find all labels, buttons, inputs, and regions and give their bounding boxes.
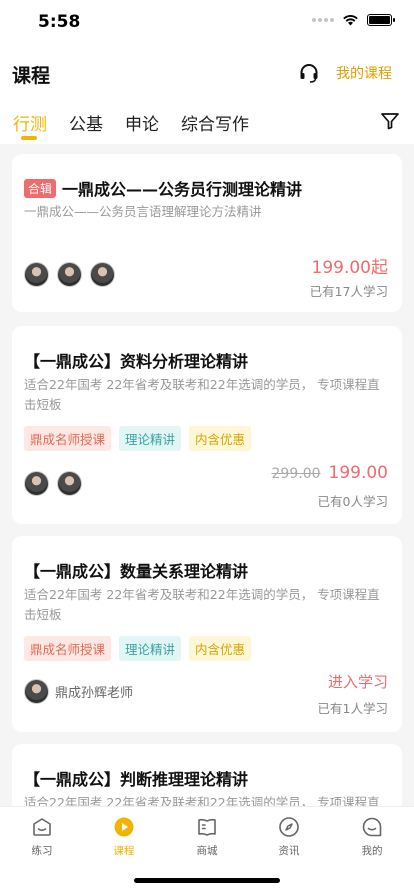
- nav-news[interactable]: 资讯: [259, 815, 319, 858]
- home-indicator: [134, 878, 280, 883]
- tab-shenlun[interactable]: 申论: [125, 110, 159, 135]
- filter-icon[interactable]: [380, 111, 400, 131]
- course-subtitle: 一鼎成公——公务员言语理解理论方法精讲: [24, 204, 262, 219]
- page-title: 课程: [12, 65, 51, 87]
- avatar: [24, 471, 49, 496]
- course-subtitle: 适合22年国考 22年省考及联考和22年选调的学员， 专项课程直击短板: [24, 587, 380, 622]
- teacher-avatars: [24, 471, 82, 496]
- course-subtitle: 适合22年国考 22年省考及联考和22年选调的学员， 专项课程直击短板: [24, 377, 380, 412]
- tag: 理论精讲: [119, 426, 182, 451]
- teacher-avatars: [24, 262, 115, 287]
- news-compass-icon: [279, 817, 299, 837]
- course-tags: 鼎成名师授课 理论精讲 内含优惠: [24, 426, 252, 451]
- avatar: [90, 262, 115, 287]
- course-title: 【一鼎成公】资料分析理论精讲: [24, 352, 249, 371]
- battery-icon: [367, 14, 395, 26]
- avatar: [24, 262, 49, 287]
- course-price: 299.00 199.00: [272, 463, 388, 483]
- avatar: [57, 262, 82, 287]
- course-title-text: 一鼎成公——公务员行测理论精讲: [62, 180, 303, 199]
- course-subtitle: 适合22年国考 22年省考及联考和22年选调的学员， 专项课程直击短板: [24, 795, 380, 806]
- page-header: 课程 我的课程: [0, 44, 414, 100]
- current-price: 199.00: [328, 463, 388, 483]
- enter-study-button[interactable]: 进入学习: [328, 671, 388, 692]
- course-card[interactable]: 【一鼎成公】数量关系理论精讲 适合22年国考 22年省考及联考和22年选调的学员…: [12, 536, 402, 732]
- learner-count: 已有0人学习: [317, 494, 388, 509]
- tag: 鼎成名师授课: [24, 636, 112, 661]
- teacher-name: 鼎成孙辉老师: [55, 686, 134, 701]
- avatar: [57, 471, 82, 496]
- nav-label: 商城: [196, 845, 218, 857]
- nav-label: 资讯: [278, 845, 300, 857]
- practice-icon: [33, 818, 51, 836]
- nav-course[interactable]: 课程: [94, 815, 154, 858]
- nav-mall[interactable]: 商城: [177, 815, 237, 858]
- tab-xingce[interactable]: 行测: [13, 110, 47, 135]
- mall-book-icon: [198, 818, 216, 836]
- nav-label: 课程: [113, 845, 135, 857]
- collection-badge: 合辑: [24, 179, 57, 198]
- tag: 内含优惠: [189, 636, 252, 661]
- tab-gongji[interactable]: 公基: [69, 110, 103, 135]
- my-course-link[interactable]: 我的课程: [336, 63, 392, 83]
- nav-label: 练习: [31, 845, 53, 857]
- course-card[interactable]: 合辑 一鼎成公——公务员行测理论精讲 一鼎成公——公务员言语理解理论方法精讲 19…: [12, 154, 402, 312]
- course-card[interactable]: 【一鼎成公】判断推理理论精讲 适合22年国考 22年省考及联考和22年选调的学员…: [12, 744, 402, 806]
- tag: 理论精讲: [119, 636, 182, 661]
- tab-writing[interactable]: 综合写作: [181, 110, 249, 135]
- learner-count: 已有1人学习: [317, 701, 388, 716]
- original-price: 299.00: [271, 466, 321, 482]
- profile-icon: [362, 817, 382, 837]
- status-icons: [312, 14, 395, 26]
- learner-count: 已有17人学习: [309, 284, 388, 299]
- category-tabs: 行测 公基 申论 综合写作: [0, 100, 414, 144]
- course-play-icon: [114, 817, 134, 837]
- status-bar: 5:58: [0, 0, 414, 44]
- nav-practice[interactable]: 练习: [12, 815, 72, 858]
- course-tags: 鼎成名师授课 理论精讲 内含优惠: [24, 636, 252, 661]
- tag: 内含优惠: [189, 426, 252, 451]
- customer-service-headset-icon[interactable]: [298, 62, 320, 84]
- tag: 鼎成名师授课: [24, 426, 112, 451]
- tab-active-indicator: [21, 136, 37, 140]
- wifi-icon: [343, 15, 358, 26]
- nav-label: 我的: [361, 845, 383, 857]
- course-title: 【一鼎成公】数量关系理论精讲: [24, 562, 249, 581]
- course-card[interactable]: 【一鼎成公】资料分析理论精讲 适合22年国考 22年省考及联考和22年选调的学员…: [12, 326, 402, 524]
- teacher-info: 鼎成孙辉老师: [24, 679, 133, 704]
- course-list[interactable]: 合辑 一鼎成公——公务员行测理论精讲 一鼎成公——公务员言语理解理论方法精讲 19…: [0, 144, 414, 806]
- course-title: 合辑 一鼎成公——公务员行测理论精讲: [24, 176, 302, 200]
- nav-profile[interactable]: 我的: [342, 815, 402, 858]
- course-title: 【一鼎成公】判断推理理论精讲: [24, 770, 249, 789]
- signal-icon: [312, 18, 334, 22]
- avatar: [24, 679, 49, 704]
- status-time: 5:58: [38, 12, 81, 32]
- course-price: 199.00起: [311, 258, 388, 278]
